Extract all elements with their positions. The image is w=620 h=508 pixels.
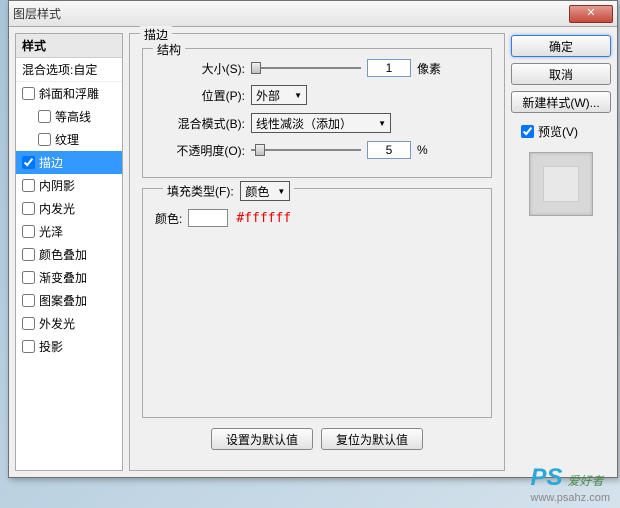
color-hex: #ffffff	[236, 211, 291, 226]
style-checkbox[interactable]	[22, 271, 35, 284]
style-item-label: 外发光	[39, 315, 75, 332]
style-checkbox[interactable]	[22, 294, 35, 307]
style-item-label: 图案叠加	[39, 292, 87, 309]
style-item-3[interactable]: 描边	[16, 151, 122, 174]
style-checkbox[interactable]	[38, 110, 51, 123]
style-item-5[interactable]: 内发光	[16, 197, 122, 220]
preview-box	[529, 152, 593, 216]
color-swatch[interactable]	[188, 209, 228, 227]
action-panel: 确定 取消 新建样式(W)... 预览(V)	[511, 33, 611, 471]
preview-inner	[543, 166, 579, 202]
layer-style-dialog: 图层样式 ✕ 样式 混合选项:自定 斜面和浮雕等高线纹理描边内阴影内发光光泽颜色…	[8, 0, 618, 478]
style-checkbox[interactable]	[22, 156, 35, 169]
blend-label: 混合模式(B):	[155, 115, 245, 132]
structure-title: 结构	[153, 41, 185, 58]
close-button[interactable]: ✕	[569, 5, 613, 23]
style-checkbox[interactable]	[38, 133, 51, 146]
style-item-6[interactable]: 光泽	[16, 220, 122, 243]
style-checkbox[interactable]	[22, 317, 35, 330]
fill-type-dropdown[interactable]: 颜色	[240, 181, 290, 201]
style-item-7[interactable]: 颜色叠加	[16, 243, 122, 266]
opacity-input[interactable]	[367, 141, 411, 159]
style-item-label: 渐变叠加	[39, 269, 87, 286]
preview-checkbox[interactable]: 预览(V)	[521, 123, 611, 140]
watermark: PS 爱好者 www.psahz.com	[531, 464, 610, 504]
size-label: 大小(S):	[155, 60, 245, 77]
style-item-9[interactable]: 图案叠加	[16, 289, 122, 312]
style-checkbox[interactable]	[22, 202, 35, 215]
blend-row: 混合模式(B): 线性减淡（添加）	[155, 113, 479, 133]
size-row: 大小(S): 像素	[155, 59, 479, 77]
style-item-label: 光泽	[39, 223, 63, 240]
color-label: 颜色:	[155, 210, 182, 227]
style-item-label: 内阴影	[39, 177, 75, 194]
position-dropdown[interactable]: 外部	[251, 85, 307, 105]
style-item-label: 内发光	[39, 200, 75, 217]
ok-button[interactable]: 确定	[511, 35, 611, 57]
style-checkbox[interactable]	[22, 87, 35, 100]
set-default-button[interactable]: 设置为默认值	[211, 428, 313, 450]
preview-checkbox-input[interactable]	[521, 125, 534, 138]
fill-group: 填充类型(F): 颜色 颜色: #ffffff	[142, 188, 492, 418]
style-item-label: 等高线	[55, 108, 91, 125]
opacity-row: 不透明度(O): %	[155, 141, 479, 159]
default-buttons: 设置为默认值 复位为默认值	[142, 428, 492, 450]
style-item-8[interactable]: 渐变叠加	[16, 266, 122, 289]
style-item-label: 纹理	[55, 131, 79, 148]
color-row: 颜色: #ffffff	[155, 209, 479, 227]
blend-dropdown[interactable]: 线性减淡（添加）	[251, 113, 391, 133]
style-item-label: 描边	[39, 154, 63, 171]
style-list: 斜面和浮雕等高线纹理描边内阴影内发光光泽颜色叠加渐变叠加图案叠加外发光投影	[16, 82, 122, 358]
style-checkbox[interactable]	[22, 340, 35, 353]
style-item-0[interactable]: 斜面和浮雕	[16, 82, 122, 105]
dialog-title: 图层样式	[13, 5, 569, 22]
style-item-11[interactable]: 投影	[16, 335, 122, 358]
structure-group: 结构 大小(S): 像素 位置(P): 外部 混合模式(	[142, 48, 492, 178]
new-style-button[interactable]: 新建样式(W)...	[511, 91, 611, 113]
reset-default-button[interactable]: 复位为默认值	[321, 428, 423, 450]
dialog-content: 样式 混合选项:自定 斜面和浮雕等高线纹理描边内阴影内发光光泽颜色叠加渐变叠加图…	[9, 27, 617, 477]
size-slider[interactable]	[251, 59, 361, 77]
opacity-unit: %	[417, 143, 428, 157]
style-item-2[interactable]: 纹理	[16, 128, 122, 151]
style-item-10[interactable]: 外发光	[16, 312, 122, 335]
blend-options-label[interactable]: 混合选项:自定	[16, 58, 122, 82]
titlebar[interactable]: 图层样式 ✕	[9, 1, 617, 27]
style-item-1[interactable]: 等高线	[16, 105, 122, 128]
stroke-group: 描边 结构 大小(S): 像素 位置(P): 外部	[129, 33, 505, 471]
style-item-4[interactable]: 内阴影	[16, 174, 122, 197]
settings-panel: 描边 结构 大小(S): 像素 位置(P): 外部	[129, 33, 505, 471]
style-checkbox[interactable]	[22, 225, 35, 238]
position-label: 位置(P):	[155, 87, 245, 104]
style-item-label: 斜面和浮雕	[39, 85, 99, 102]
style-checkbox[interactable]	[22, 179, 35, 192]
style-item-label: 投影	[39, 338, 63, 355]
styles-header: 样式	[16, 34, 122, 58]
position-row: 位置(P): 外部	[155, 85, 479, 105]
opacity-label: 不透明度(O):	[155, 142, 245, 159]
styles-panel: 样式 混合选项:自定 斜面和浮雕等高线纹理描边内阴影内发光光泽颜色叠加渐变叠加图…	[15, 33, 123, 471]
size-input[interactable]	[367, 59, 411, 77]
size-unit: 像素	[417, 60, 441, 77]
opacity-slider[interactable]	[251, 141, 361, 159]
cancel-button[interactable]: 取消	[511, 63, 611, 85]
fill-type-legend: 填充类型(F): 颜色	[163, 181, 294, 201]
style-item-label: 颜色叠加	[39, 246, 87, 263]
style-checkbox[interactable]	[22, 248, 35, 261]
